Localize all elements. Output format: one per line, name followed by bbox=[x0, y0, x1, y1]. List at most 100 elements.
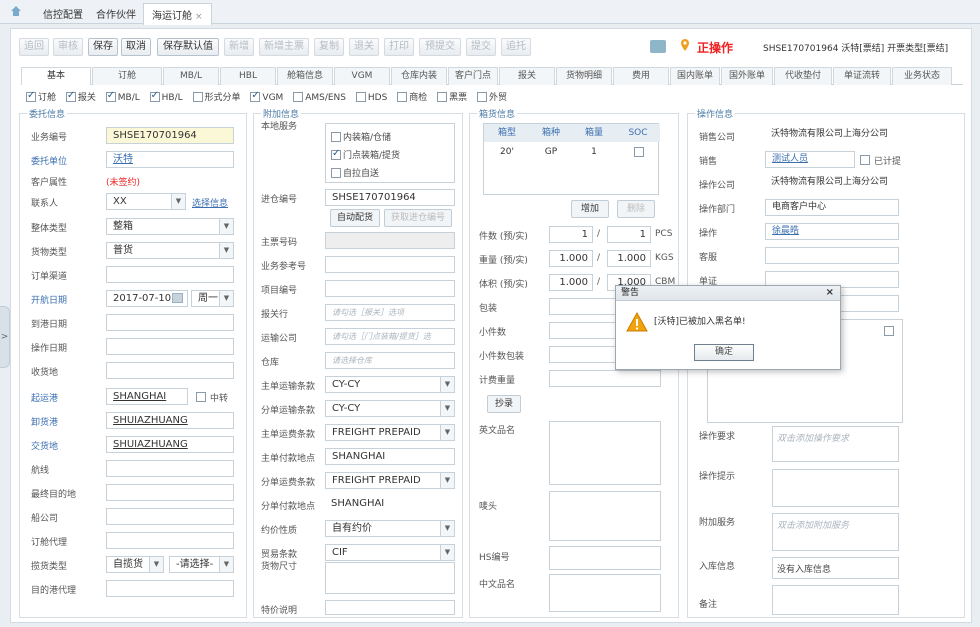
pol-field[interactable]: SHANGHAI bbox=[106, 388, 188, 405]
subtab-hbl[interactable]: HBL bbox=[220, 67, 276, 85]
receipt-place-field[interactable] bbox=[106, 362, 234, 379]
h-freight-select[interactable]: FREIGHT PREPAID ▼ bbox=[325, 472, 455, 489]
audit-button[interactable]: 审核 bbox=[53, 38, 83, 56]
arrival-date-field[interactable] bbox=[106, 314, 234, 331]
h-pay-place-field[interactable]: SHANGHAI bbox=[325, 496, 455, 513]
new-button[interactable]: 新增 bbox=[224, 38, 254, 56]
tab-partner[interactable]: 合作伙伴 bbox=[96, 6, 136, 21]
submit-button[interactable]: 提交 bbox=[466, 38, 496, 56]
subtab-container[interactable]: 舱箱信息 bbox=[277, 67, 333, 85]
checkbox[interactable] bbox=[331, 148, 341, 160]
cargo-type-select[interactable]: 普货 ▼ bbox=[106, 242, 234, 259]
chevron-down-icon[interactable]: ▼ bbox=[149, 557, 163, 572]
contact-link[interactable]: 选择信息 bbox=[192, 196, 228, 209]
check-foreign-trade[interactable]: 外贸 bbox=[476, 92, 507, 103]
checkbox[interactable] bbox=[105, 90, 116, 102]
transship-checkbox[interactable] bbox=[196, 392, 206, 402]
chevron-down-icon[interactable]: ▼ bbox=[440, 473, 454, 488]
stock-info-field[interactable]: 没有入库信息 bbox=[772, 557, 899, 579]
soc-checkbox[interactable] bbox=[634, 147, 644, 157]
check-black[interactable]: 黑票 bbox=[437, 92, 467, 103]
m-freight-select[interactable]: FREIGHT PREPAID ▼ bbox=[325, 424, 455, 441]
chevron-down-icon[interactable]: ▼ bbox=[440, 425, 454, 440]
sales-field[interactable]: 测试人员 bbox=[765, 151, 855, 168]
chevron-down-icon[interactable]: ▼ bbox=[440, 545, 454, 560]
new-master-button[interactable]: 新增主票 bbox=[259, 38, 309, 56]
business-no-field[interactable]: SHSE170701964 bbox=[106, 127, 234, 144]
pod-field[interactable]: SHUIAZHUANG bbox=[106, 412, 234, 429]
delete-container-button[interactable]: 删除 bbox=[617, 200, 655, 218]
warehouse-no-field[interactable]: SHSE170701964 bbox=[325, 189, 455, 206]
check-vgm[interactable]: VGM bbox=[250, 90, 283, 103]
check-mbl[interactable]: MB/L bbox=[105, 90, 140, 103]
grid-cell[interactable]: 1 bbox=[572, 143, 616, 161]
track-button[interactable]: 追托 bbox=[501, 38, 531, 56]
chevron-down-icon[interactable]: ▼ bbox=[440, 401, 454, 416]
check-hbl[interactable]: HB/L bbox=[149, 90, 183, 103]
chinese-name-field[interactable] bbox=[549, 574, 661, 612]
carrier-field[interactable] bbox=[106, 508, 234, 525]
special-price-field[interactable] bbox=[325, 600, 455, 615]
recall-button[interactable]: 追回 bbox=[19, 38, 49, 56]
marks-field[interactable] bbox=[549, 491, 661, 541]
grid-cell[interactable]: 20' bbox=[484, 143, 530, 161]
checkbox[interactable] bbox=[65, 90, 76, 102]
subtab-cargo[interactable]: 货物明细 bbox=[556, 67, 612, 85]
cancel-button[interactable]: 取消 bbox=[121, 38, 151, 56]
subtab-vgm[interactable]: VGM bbox=[334, 67, 390, 85]
weight-pre-field[interactable]: 1.000 bbox=[549, 250, 593, 267]
auto-allocate-button[interactable]: 自动配货 bbox=[330, 209, 380, 227]
pieces-pre-field[interactable]: 1 bbox=[549, 226, 593, 243]
trade-term-select[interactable]: CIF ▼ bbox=[325, 544, 455, 561]
subtab-doc-flow[interactable]: 单证流转 bbox=[833, 67, 891, 85]
checkbox[interactable] bbox=[293, 92, 304, 102]
save-button[interactable]: 保存 bbox=[88, 38, 118, 56]
pre-submit-button[interactable]: 预提交 bbox=[419, 38, 461, 56]
checkbox[interactable] bbox=[331, 168, 341, 178]
shutout-button[interactable]: 退关 bbox=[349, 38, 379, 56]
side-expand-handle[interactable]: > bbox=[0, 306, 10, 368]
checkbox[interactable] bbox=[26, 90, 36, 102]
customs-broker-field[interactable]: 请勾选［报关］选项 bbox=[325, 304, 455, 321]
checkbox[interactable] bbox=[149, 90, 160, 102]
check-form-split[interactable]: 形式分单 bbox=[192, 92, 241, 103]
operator-field[interactable]: 徐晨皓 bbox=[765, 223, 899, 240]
cargo-size-field[interactable] bbox=[325, 562, 455, 594]
check-customs[interactable]: 报关 bbox=[65, 90, 96, 103]
chevron-down-icon[interactable]: ▼ bbox=[219, 219, 233, 234]
solicit-sub-select[interactable]: -请选择- ▼ bbox=[169, 556, 234, 573]
m-trans-select[interactable]: CY-CY ▼ bbox=[325, 376, 455, 393]
volume-pre-field[interactable]: 1.000 bbox=[549, 274, 593, 291]
subtab-booking[interactable]: 订舱 bbox=[92, 67, 162, 85]
subtab-foreign-bill[interactable]: 国外账单 bbox=[721, 67, 773, 85]
save-default-button[interactable]: 保存默认值 bbox=[157, 38, 219, 56]
svc-door[interactable]: 门点装箱/提货 bbox=[331, 148, 400, 161]
charge-weight-field[interactable] bbox=[549, 370, 661, 387]
grid-cell[interactable]: GP bbox=[530, 143, 572, 161]
subtab-door[interactable]: 客户门点 bbox=[448, 67, 498, 85]
solicit-select[interactable]: 自揽货 ▼ bbox=[106, 556, 164, 573]
client-field[interactable]: 沃特 bbox=[106, 151, 234, 168]
tab-credit-config[interactable]: 信控配置 bbox=[43, 6, 83, 21]
subtab-basic[interactable]: 基本 bbox=[21, 67, 91, 85]
transport-co-field[interactable]: 请勾选［门点装箱/提货］选 bbox=[325, 328, 455, 345]
dest-agent-field[interactable] bbox=[106, 580, 234, 597]
english-name-field[interactable] bbox=[549, 421, 661, 485]
weight-act-field[interactable]: 1.000 bbox=[607, 250, 651, 267]
close-icon[interactable]: × bbox=[195, 12, 203, 22]
subtab-collection[interactable]: 代收垫付 bbox=[774, 67, 832, 85]
close-icon[interactable]: × bbox=[826, 287, 834, 298]
checkbox[interactable] bbox=[355, 92, 366, 102]
copy-record-button[interactable]: 抄录 bbox=[487, 395, 521, 413]
booking-agent-field[interactable] bbox=[106, 532, 234, 549]
subtab-customs[interactable]: 报关 bbox=[499, 67, 555, 85]
chevron-down-icon[interactable]: ▼ bbox=[219, 291, 233, 306]
chevron-down-icon[interactable]: ▼ bbox=[440, 377, 454, 392]
master-bill-field[interactable] bbox=[325, 232, 455, 249]
op-requirement-field[interactable]: 双击添加操作要求 bbox=[772, 426, 899, 462]
check-ams[interactable]: AMS/ENS bbox=[293, 92, 346, 103]
chevron-down-icon[interactable]: ▼ bbox=[440, 521, 454, 536]
operation-date-field[interactable] bbox=[106, 338, 234, 355]
hs-code-field[interactable] bbox=[549, 546, 661, 570]
grid-select-all-checkbox[interactable] bbox=[884, 326, 894, 336]
